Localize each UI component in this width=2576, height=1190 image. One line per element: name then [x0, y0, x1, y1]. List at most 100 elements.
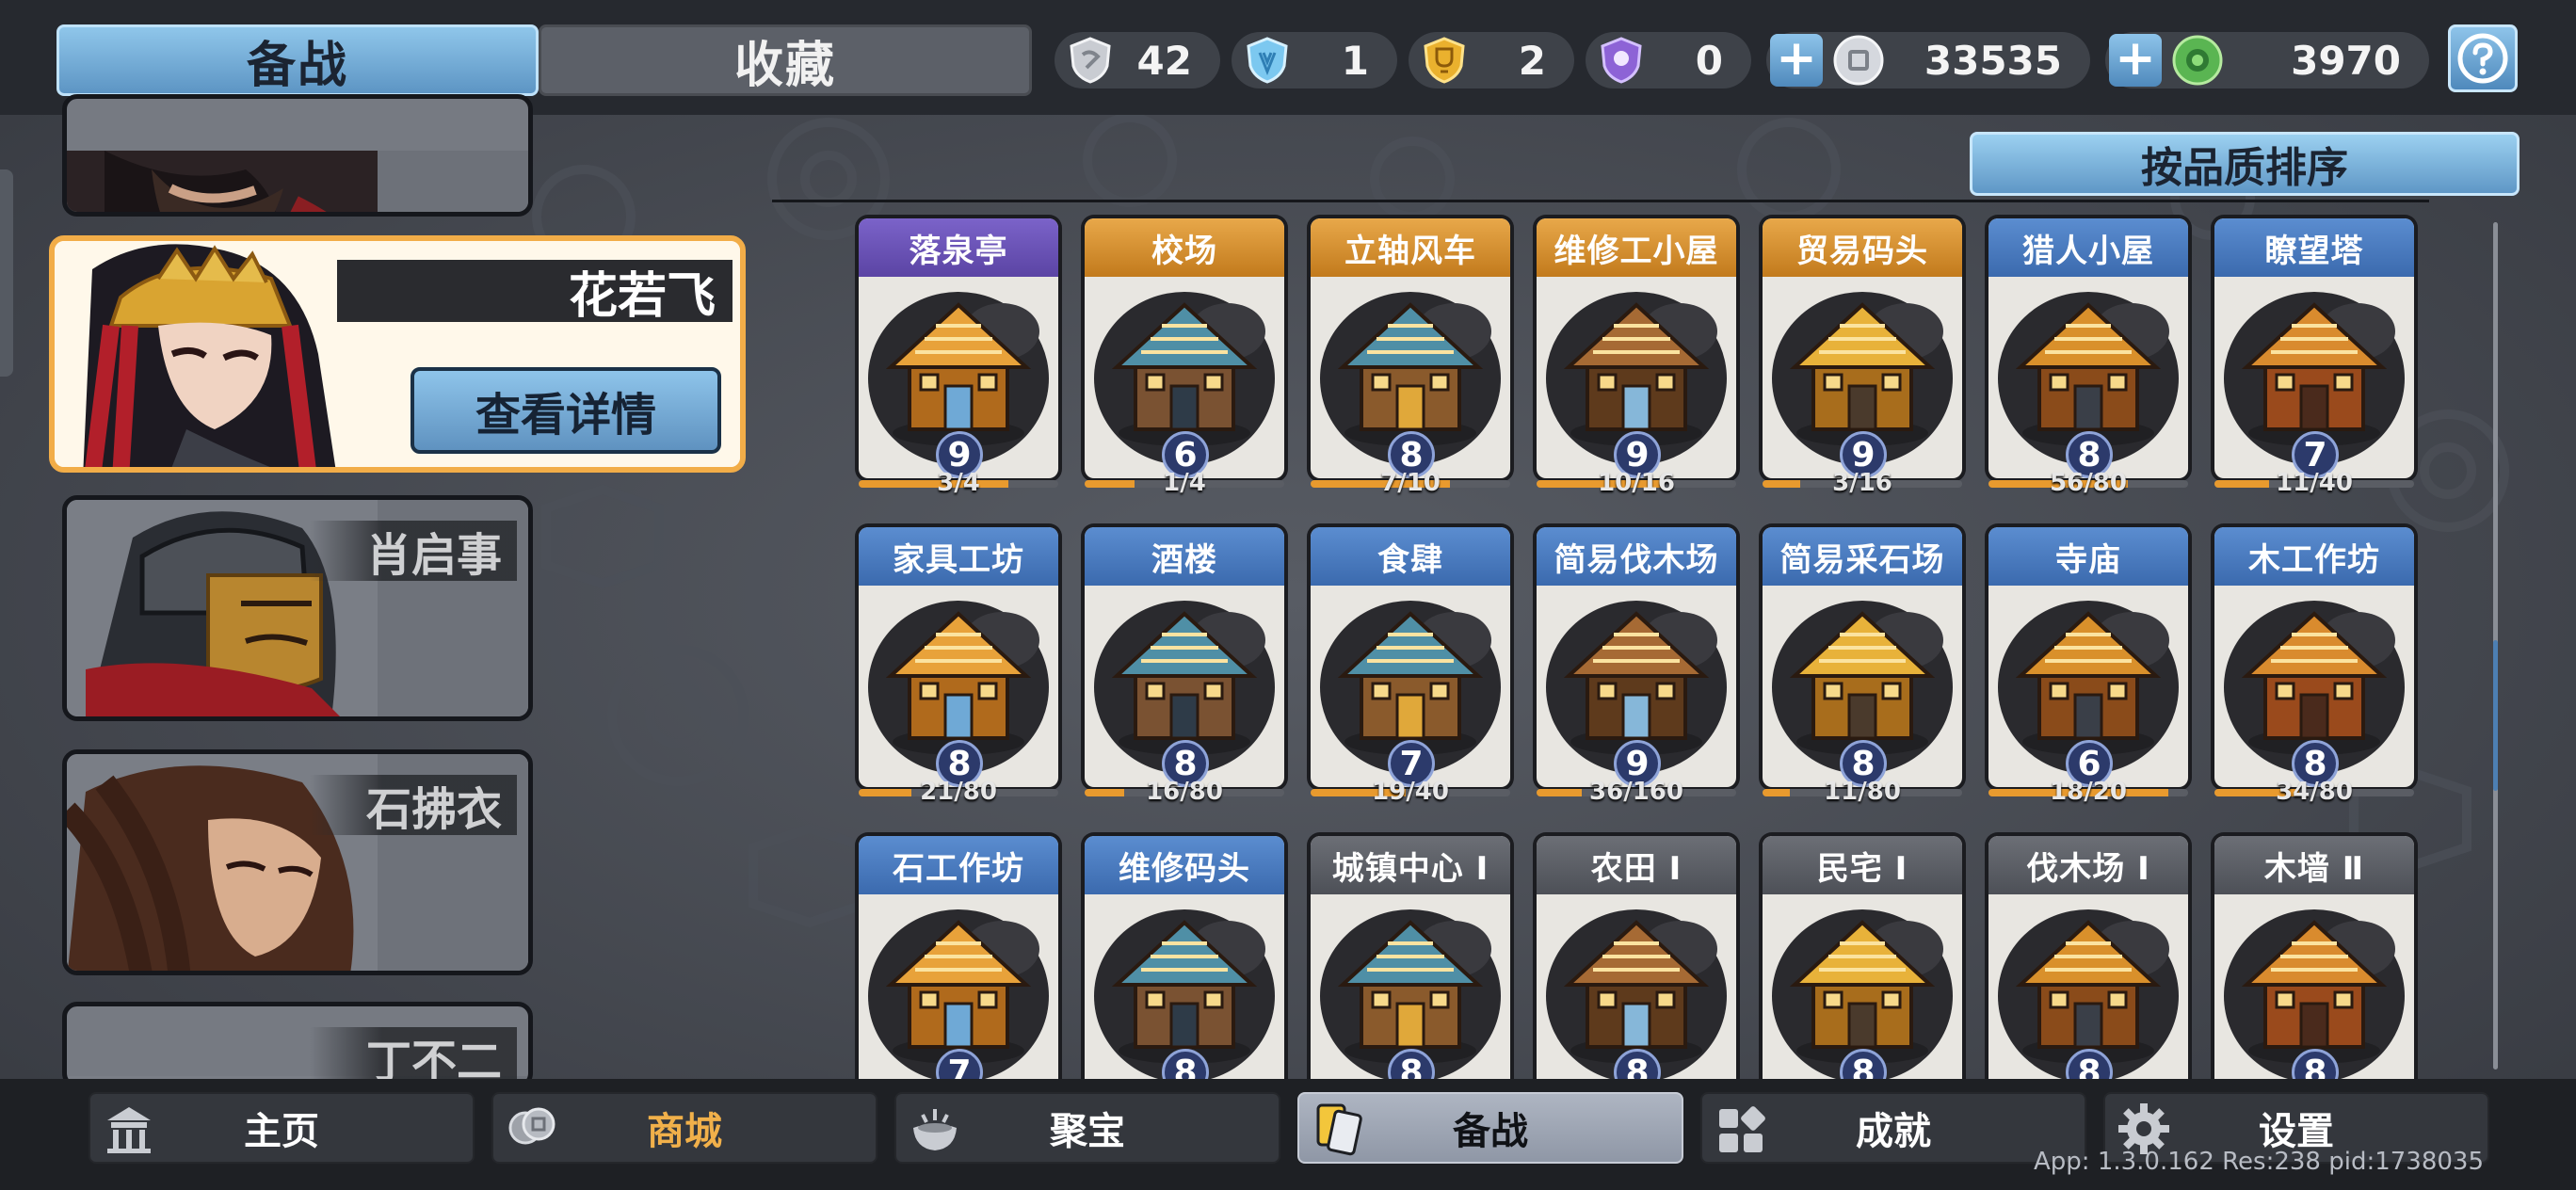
building-card[interactable]: 民宅 Ⅰ8	[1759, 832, 1966, 1115]
building-card[interactable]: 维修码头 8	[1081, 832, 1288, 1115]
building-card-frame: 城镇中心 Ⅰ8	[1307, 832, 1514, 1100]
building-illustration	[2241, 611, 2388, 755]
scrollbar-thumb[interactable]	[2493, 640, 2498, 791]
building-card-frame: 木墙 Ⅱ8	[2211, 832, 2418, 1100]
building-card-frame: 农田 Ⅰ8	[1533, 832, 1740, 1100]
home-icon	[107, 1107, 151, 1153]
sort-by-quality-button[interactable]: 按品质排序	[1970, 132, 2520, 196]
building-card[interactable]: 伐木场 Ⅰ8	[1985, 832, 2192, 1115]
building-card[interactable]: 立轴风车 8 7/10	[1307, 215, 1514, 497]
building-card-frame: 木工作坊 8	[2211, 523, 2418, 791]
nav-home[interactable]: 主页	[89, 1092, 475, 1164]
building-card[interactable]: 简易采石场 8 11/80	[1759, 523, 1966, 806]
building-card[interactable]: 猎人小屋 8 56/80	[1985, 215, 2192, 497]
building-card[interactable]: 校场 6 1/4	[1081, 215, 1288, 497]
building-card[interactable]: 石工作坊 7	[855, 832, 1062, 1115]
building-card-body: 酒楼 8	[1085, 527, 1284, 787]
building-card[interactable]: 维修工小屋 9 10/16	[1533, 215, 1740, 497]
resource-jade-coin: + 3970	[2105, 32, 2429, 88]
hero-card-bottom-partial[interactable]: 丁不二	[62, 1002, 533, 1088]
hero-card-top-partial[interactable]	[62, 94, 533, 217]
building-card[interactable]: 食肆 7 19/40	[1307, 523, 1514, 806]
progress-text: 36/160	[1589, 778, 1683, 806]
building-card[interactable]: 寺庙 6 18/20	[1985, 523, 2192, 806]
cards-icon	[1316, 1103, 1362, 1156]
building-card-body: 维修码头 8	[1085, 836, 1284, 1096]
building-card[interactable]: 城镇中心 Ⅰ8	[1307, 832, 1514, 1115]
resource-value: 3970	[2291, 37, 2401, 84]
resource-value: 33535	[1924, 37, 2062, 84]
building-card-frame: 寺庙 6	[1985, 523, 2192, 791]
tab-prepare[interactable]: 备战	[56, 24, 539, 96]
building-illustration	[1337, 611, 1484, 755]
building-card-body: 简易伐木场 9	[1537, 527, 1736, 787]
building-card-body: 木工作坊 8	[2214, 527, 2414, 787]
building-illustration	[1111, 302, 1258, 446]
resource-silver-coin: + 33535	[1766, 32, 2090, 88]
silver-shield-icon	[1070, 37, 1111, 84]
question-icon	[2457, 33, 2508, 84]
silver-coin-icon	[1833, 35, 1884, 86]
building-card[interactable]: 简易伐木场 9 36/160	[1533, 523, 1740, 806]
building-name: 城镇中心 Ⅰ	[1311, 836, 1510, 894]
building-name: 瞭望塔	[2214, 218, 2414, 277]
building-card[interactable]: 酒楼 8 16/80	[1081, 523, 1288, 806]
building-card[interactable]: 贸易码头 9 3/16	[1759, 215, 1966, 497]
nav-label: 商城	[647, 1110, 722, 1153]
nav-prepare[interactable]: 备战	[1297, 1092, 1683, 1164]
nav-mall[interactable]: 商城	[491, 1092, 877, 1164]
resource-value: 1	[1341, 37, 1369, 84]
add-silver-coin-button[interactable]: +	[1770, 34, 1823, 87]
add-jade-coin-button[interactable]: +	[2109, 34, 2162, 87]
building-illustration	[885, 302, 1032, 446]
building-card-body: 家具工坊 8	[859, 527, 1058, 787]
resource-blue-crystal: 1	[1232, 32, 1397, 88]
building-card-body: 落泉亭 9	[859, 218, 1058, 478]
nav-treasure[interactable]: 聚宝	[894, 1092, 1280, 1164]
tab-collection[interactable]: 收藏	[539, 24, 1032, 96]
building-name: 简易采石场	[1763, 527, 1962, 586]
building-card-frame: 立轴风车 8	[1307, 215, 1514, 482]
building-card-body: 瞭望塔 7	[2214, 218, 2414, 478]
building-name: 维修码头	[1085, 836, 1284, 894]
building-card-body: 食肆 7	[1311, 527, 1510, 787]
building-illustration	[1789, 611, 1936, 755]
hero-card[interactable]: 石拂衣	[62, 749, 533, 975]
building-card[interactable]: 农田 Ⅰ8	[1533, 832, 1740, 1115]
hero-card[interactable]: 肖启事	[62, 495, 533, 721]
building-illustration	[1111, 920, 1258, 1064]
building-card[interactable]: 木工作坊 8 34/80	[2211, 523, 2418, 806]
blue-crystal-icon	[1247, 37, 1288, 84]
building-card-frame: 校场 6	[1081, 215, 1288, 482]
view-details-button[interactable]: 查看详情	[411, 367, 721, 454]
building-name: 家具工坊	[859, 527, 1058, 586]
building-card-body: 维修工小屋 9	[1537, 218, 1736, 478]
progress-text: 3/4	[937, 469, 980, 497]
progress-text: 18/20	[2050, 778, 2127, 806]
building-name: 伐木场 Ⅰ	[1988, 836, 2188, 894]
building-card-body: 简易采石场 8	[1763, 527, 1962, 787]
resource-silver-shield: 42	[1055, 32, 1220, 88]
building-illustration	[1337, 302, 1484, 446]
resource-value: 42	[1136, 37, 1192, 84]
resource-gold-trophy: 2	[1409, 32, 1574, 88]
building-illustration	[1789, 302, 1936, 446]
building-card[interactable]: 木墙 Ⅱ8	[2211, 832, 2418, 1115]
nav-achievement[interactable]: 成就	[1700, 1092, 2086, 1164]
left-panel-handle[interactable]	[0, 169, 13, 377]
nav-label: 聚宝	[1050, 1110, 1125, 1153]
building-card[interactable]: 瞭望塔 7 11/40	[2211, 215, 2418, 497]
help-button[interactable]	[2448, 24, 2518, 92]
building-card[interactable]: 家具工坊 8 21/80	[855, 523, 1062, 806]
progress-text: 34/80	[2276, 778, 2353, 806]
building-name: 贸易码头	[1763, 218, 1962, 277]
building-card[interactable]: 落泉亭 9 3/4	[855, 215, 1062, 497]
building-illustration	[885, 920, 1032, 1064]
hero-name: 花若飞	[337, 260, 733, 325]
building-name: 校场	[1085, 218, 1284, 277]
hero-card-selected[interactable]: 花若飞 查看详情	[49, 235, 746, 473]
coins-icon	[508, 1107, 555, 1145]
nav-label: 主页	[244, 1110, 319, 1153]
gold-trophy-icon	[1424, 37, 1465, 84]
building-card-body: 寺庙 6	[1988, 527, 2188, 787]
